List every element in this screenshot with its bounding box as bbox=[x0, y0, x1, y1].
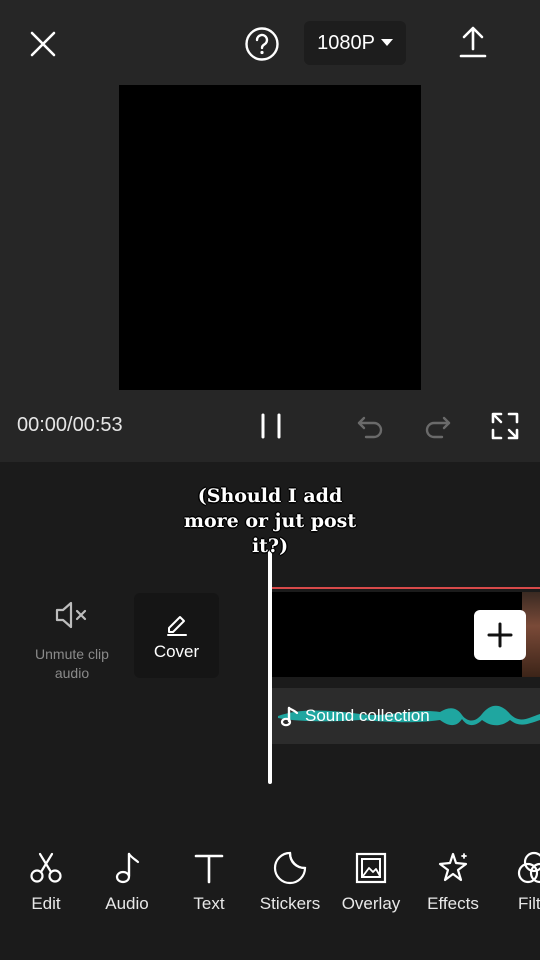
speaker-mute-icon bbox=[55, 601, 87, 629]
help-icon[interactable] bbox=[243, 25, 281, 63]
resolution-label: 1080P bbox=[317, 31, 375, 54]
unmute-clip-audio-button[interactable]: Unmute clip audio bbox=[30, 600, 114, 683]
tool-edit-label: Edit bbox=[31, 894, 61, 913]
export-icon[interactable] bbox=[455, 24, 491, 60]
caret-down-icon bbox=[380, 39, 393, 46]
close-icon[interactable] bbox=[26, 27, 60, 61]
playhead[interactable] bbox=[268, 550, 272, 784]
tool-text[interactable]: Text bbox=[169, 850, 249, 914]
music-note-icon bbox=[115, 852, 140, 884]
tool-overlay[interactable]: Overlay bbox=[331, 850, 411, 914]
tool-filters[interactable]: Filte bbox=[494, 850, 540, 914]
tool-edit[interactable]: Edit bbox=[6, 850, 86, 914]
tool-overlay-label: Overlay bbox=[341, 894, 401, 913]
cover-button[interactable]: Cover bbox=[134, 593, 219, 678]
clip-selection-line bbox=[270, 587, 540, 589]
tool-stickers[interactable]: Stickers bbox=[250, 850, 330, 914]
scissors-icon bbox=[30, 852, 62, 883]
text-caption-overlay[interactable]: (Should I add more or jut post it?) bbox=[170, 484, 370, 559]
music-note-icon bbox=[280, 706, 299, 727]
tool-effects-label: Effects bbox=[427, 894, 479, 913]
fullscreen-icon[interactable] bbox=[488, 409, 522, 443]
pencil-icon bbox=[166, 615, 187, 636]
unmute-clip-audio-label: Unmute clip audio bbox=[35, 646, 109, 681]
tool-filters-label: Filte bbox=[517, 894, 540, 913]
resolution-button[interactable]: 1080P bbox=[304, 21, 406, 65]
filters-icon bbox=[517, 851, 540, 884]
timecode: 00:00/00:53 bbox=[17, 414, 123, 436]
tool-stickers-label: Stickers bbox=[259, 894, 321, 913]
plus-icon bbox=[487, 622, 513, 648]
cover-label: Cover bbox=[153, 641, 200, 661]
sticker-icon bbox=[273, 851, 307, 885]
pause-icon[interactable] bbox=[256, 410, 286, 442]
add-clip-button[interactable] bbox=[474, 610, 526, 660]
bottom-toolbar: Edit Audio Text Stickers Overlay Effects… bbox=[0, 850, 540, 930]
tool-text-label: Text bbox=[193, 894, 225, 913]
text-icon bbox=[194, 854, 224, 884]
overlay-icon bbox=[355, 852, 387, 884]
tool-audio[interactable]: Audio bbox=[87, 850, 167, 914]
undo-icon[interactable] bbox=[354, 411, 386, 443]
redo-icon[interactable] bbox=[422, 411, 454, 443]
tool-audio-label: Audio bbox=[105, 894, 149, 913]
sparkle-icon bbox=[438, 852, 468, 882]
sound-collection-label: Sound collection bbox=[305, 706, 430, 725]
video-preview[interactable] bbox=[119, 85, 421, 390]
tool-effects[interactable]: Effects bbox=[413, 850, 493, 914]
